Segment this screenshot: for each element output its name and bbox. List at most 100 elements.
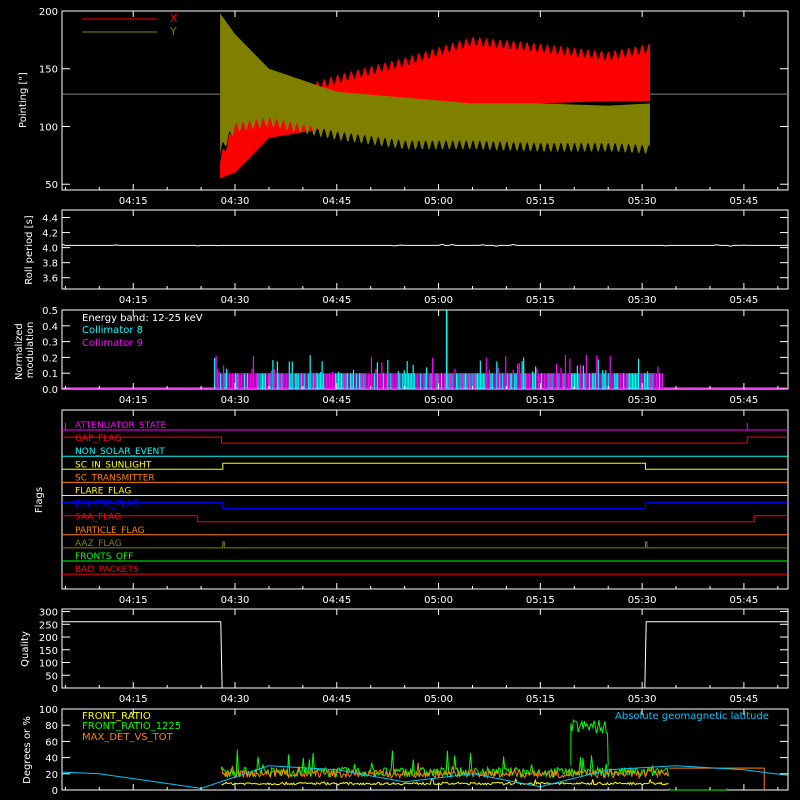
roll-yticks: 3.6 3.8 4.0 4.2 4.4	[42, 214, 788, 285]
time-tick-label: 05:30	[628, 196, 657, 207]
time-tick-label: 04:30	[221, 196, 250, 207]
diagnostic-plot-canvas: Pointing ["] 50100150200 X Y Roll period…	[14, 7, 789, 797]
legend-max-det: MAX_DET_VS_TOT	[82, 732, 174, 743]
quality-ytick-label: 250	[39, 620, 58, 631]
quality-ytick-label: 300	[39, 608, 58, 619]
modulation-ytick-label: 0.4	[42, 322, 58, 333]
flags-ylabel: Flags	[34, 487, 45, 513]
time-tick-label: 05:00	[424, 295, 453, 306]
quality-ytick-label: 0	[52, 684, 58, 695]
modulation-ylabel: Normalized modulation	[14, 320, 36, 380]
pointing-data-layer	[62, 13, 788, 179]
time-tick-label: 04:15	[119, 395, 148, 406]
ratios-ytick-label: 40	[45, 754, 58, 765]
legend-label-y: Y	[169, 25, 177, 38]
quality-ylabel: Quality	[20, 631, 31, 667]
ratios-ytick-label: 80	[45, 721, 58, 732]
roll-ytick-label: 3.8	[42, 259, 58, 270]
flag-line	[62, 515, 788, 523]
quality-line	[62, 621, 788, 689]
flag-line	[62, 462, 788, 470]
quality-ytick-label: 100	[39, 659, 58, 670]
time-tick-label: 05:30	[628, 295, 657, 306]
ratios-ylabel: Degrees or %	[22, 716, 33, 784]
time-tick-label: 05:15	[526, 196, 555, 207]
modulation-ytick-label: 0.2	[42, 353, 58, 364]
time-tick-label: 05:00	[424, 196, 453, 207]
time-tick-label: 05:45	[729, 196, 758, 207]
legend-label-x: X	[170, 12, 178, 25]
ratios-ytick-label: 20	[45, 770, 58, 781]
time-tick-label: 04:45	[322, 595, 351, 606]
energy-band-annotation: Energy band: 12-25 keV	[82, 313, 203, 324]
quality-yticks: 050100150200250300	[39, 608, 788, 695]
pointing-ytick-label: 150	[39, 65, 58, 76]
time-tick-label: 04:45	[322, 295, 351, 306]
modulation-ylabel-line1: Normalized	[14, 323, 25, 380]
time-tick-label: 05:15	[526, 595, 555, 606]
max-det-tail	[669, 767, 765, 790]
ratios-ytick-label: 100	[39, 705, 58, 716]
flag-label: ECLIPSE_FLAG	[75, 500, 139, 510]
flags-data-layer: ATTENUATOR_STATEGAP_FLAGNON_SOLAR_EVENTS…	[62, 421, 788, 575]
roll-ytick-label: 4.4	[42, 214, 58, 225]
quality-frame	[61, 608, 789, 689]
pointing-ytick-label: 100	[39, 122, 58, 133]
quality-ytick-label: 150	[39, 646, 58, 657]
modulation-ylabel-line2: modulation	[25, 322, 36, 379]
roll-period-line	[61, 243, 788, 247]
front-ratio-1225-high-segment	[570, 719, 609, 766]
modulation-ytick-label: 0.1	[42, 369, 58, 380]
quality-data-layer	[62, 621, 788, 689]
legend-collimator9: Collimator 9	[82, 338, 143, 349]
time-tick-label: 04:45	[322, 395, 351, 406]
flag-line	[62, 436, 788, 444]
flags-panel: Flags ATTENUATOR_STATEGAP_FLAGNON_SOLAR_…	[34, 409, 789, 590]
modulation-ytick-label: 0.5	[42, 306, 58, 317]
time-tick-label: 04:15	[119, 295, 148, 306]
time-tick-label: 05:15	[526, 295, 555, 306]
time-tick-label: 04:15	[119, 694, 148, 705]
pointing-ylabel: Pointing ["]	[18, 72, 29, 128]
quality-ytick-label: 50	[45, 671, 58, 682]
time-tick-label: 05:30	[628, 395, 657, 406]
legend-front-ratio-1225: FRONT_RATIO_1225	[82, 721, 181, 732]
time-tick-label: 05:30	[628, 694, 657, 705]
fronts-segment	[668, 788, 728, 791]
legend-geomag: Absolute geomagnetic latitude	[615, 711, 769, 722]
time-tick-label: 04:30	[221, 295, 250, 306]
roll-period-panel: Roll period [s] 3.6 3.8 4.0 4.2 4.4	[24, 209, 789, 290]
ratios-panel: Degrees or % 020406080100 FRONT_RATIO FR…	[22, 705, 789, 797]
time-tick-label: 04:15	[119, 595, 148, 606]
flag-label: SAA_FLAG	[75, 513, 121, 523]
roll-data-layer	[61, 243, 788, 247]
flag-label: GAP_FLAG	[75, 434, 121, 444]
time-tick-label: 04:30	[221, 595, 250, 606]
legend-collimator8: Collimator 8	[82, 325, 143, 336]
time-tick-label: 04:30	[221, 694, 250, 705]
modulation-ytick-label: 0.0	[42, 385, 58, 396]
time-tick-label: 05:30	[628, 595, 657, 606]
time-tick-label: 05:45	[729, 295, 758, 306]
ratios-ytick-label: 0	[52, 786, 58, 797]
front-ratio-series	[221, 777, 669, 786]
time-tick-label: 05:15	[526, 694, 555, 705]
modulation-panel: Normalized modulation 0.0 0.1 0.2 0.3 0.4 0.5…	[14, 306, 789, 396]
roll-ytick-label: 4.0	[42, 244, 58, 255]
pointing-ytick-label: 200	[39, 7, 58, 18]
time-tick-label: 05:15	[526, 395, 555, 406]
time-tick-label: 05:45	[729, 395, 758, 406]
time-tick-label: 05:45	[729, 694, 758, 705]
time-tick-label: 05:00	[424, 595, 453, 606]
roll-ytick-label: 3.6	[42, 274, 58, 285]
time-tick-label: 05:00	[424, 694, 453, 705]
quality-panel: Quality 050100150200250300	[20, 608, 789, 695]
time-tick-label: 04:45	[322, 694, 351, 705]
pointing-panel: Pointing ["] 50 100 150 200 X Y	[18, 7, 789, 191]
roll-ylabel: Roll period [s]	[24, 215, 35, 284]
flag-line	[62, 541, 788, 549]
flag-line	[62, 502, 788, 510]
time-tick-label: 05:00	[424, 395, 453, 406]
pointing-legend: X Y	[82, 12, 178, 38]
time-tick-label: 05:45	[729, 595, 758, 606]
